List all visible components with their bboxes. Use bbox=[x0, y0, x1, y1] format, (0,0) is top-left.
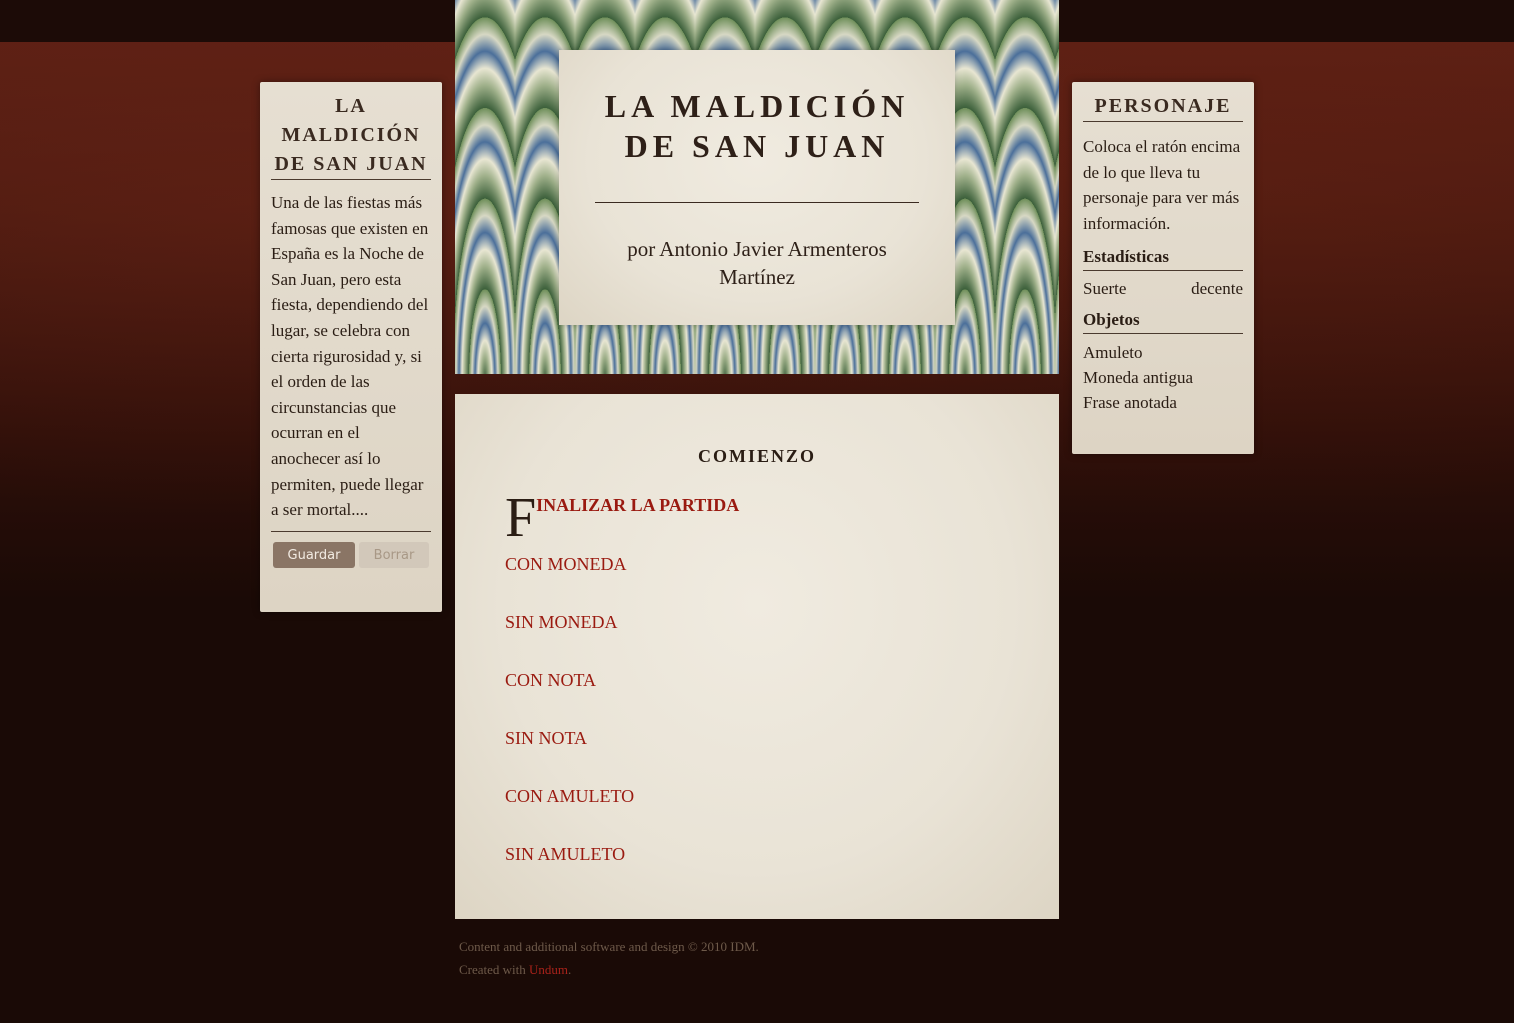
choice-without-coin[interactable]: sin moneda bbox=[505, 611, 1009, 633]
save-buttons: Guardar Borrar bbox=[271, 541, 431, 568]
character-help-text: Coloca el ratón encima de lo que lleva t… bbox=[1083, 137, 1241, 233]
title-card: La Maldición de San Juan por Antonio Jav… bbox=[559, 50, 955, 325]
drop-cap: F bbox=[505, 487, 537, 549]
undum-link[interactable]: Undum bbox=[529, 962, 568, 977]
delete-button[interactable]: Borrar bbox=[359, 541, 429, 568]
stat-row[interactable]: Suerte decente bbox=[1083, 279, 1243, 299]
choice-with-coin[interactable]: con moneda bbox=[505, 553, 1009, 575]
items-heading: Objetos bbox=[1083, 309, 1243, 335]
character-panel: Personaje Coloca el ratón encima de lo q… bbox=[1072, 82, 1254, 454]
game-title: La Maldición de San Juan bbox=[604, 88, 910, 164]
footer: Content and additional software and desi… bbox=[459, 935, 759, 981]
left-panel: La Maldición de San Juan Una de las fies… bbox=[260, 82, 442, 612]
item-list: Amuleto Moneda antigua Frase anotada bbox=[1083, 340, 1243, 415]
stat-value: decente bbox=[1191, 279, 1243, 299]
copyright-text: Content and additional software and desi… bbox=[459, 939, 759, 954]
author-byline: por Antonio Javier Armenteros Martínez bbox=[627, 237, 887, 289]
character-panel-title: Personaje bbox=[1083, 92, 1243, 122]
title-divider bbox=[595, 202, 919, 203]
choice-without-note[interactable]: sin nota bbox=[505, 727, 1009, 749]
save-button[interactable]: Guardar bbox=[273, 541, 355, 568]
choice-finish-game[interactable]: inalizar la partida bbox=[536, 493, 739, 516]
section-heading: Comienzo bbox=[697, 446, 816, 466]
item-amulet[interactable]: Amuleto bbox=[1083, 340, 1243, 365]
item-noted-phrase[interactable]: Frase anotada bbox=[1083, 390, 1243, 415]
choice-without-amulet[interactable]: sin amuleto bbox=[505, 843, 1009, 865]
credits-prefix: Created with bbox=[459, 962, 530, 977]
item-old-coin[interactable]: Moneda antigua bbox=[1083, 365, 1243, 390]
stats-heading: Estadísticas bbox=[1083, 246, 1243, 272]
credits-suffix: . bbox=[568, 962, 572, 977]
choice-with-note[interactable]: con nota bbox=[505, 669, 1009, 691]
game-description: Una de las fiestas más famosas que exist… bbox=[271, 190, 431, 532]
choice-with-amulet[interactable]: con amuleto bbox=[505, 785, 1009, 807]
stat-name: Suerte bbox=[1083, 279, 1127, 299]
story-content: Comienzo F inalizar la partida con moned… bbox=[455, 394, 1059, 919]
left-panel-title: La Maldición de San Juan bbox=[271, 92, 431, 180]
first-choice-row: F inalizar la partida bbox=[505, 487, 1009, 549]
credits-line: Created with Undum. bbox=[459, 958, 759, 981]
